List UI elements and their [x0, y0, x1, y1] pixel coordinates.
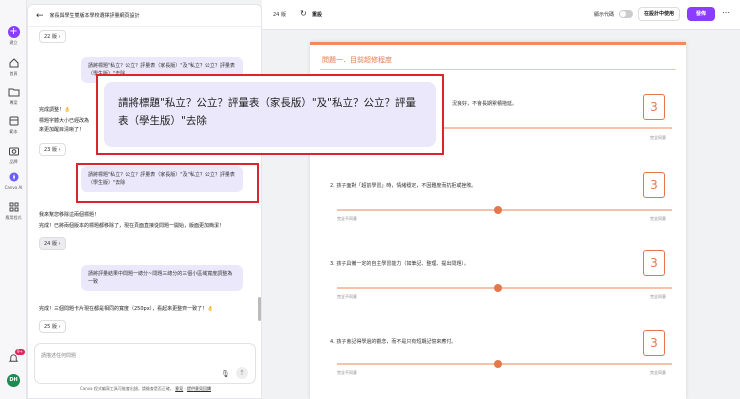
chat-panel: ← 家長與學生雙版本學校選擇評量網頁設計 22 版 › 請將標題"私立？公立？評…: [27, 4, 262, 399]
chat-header: ← 家長與學生雙版本學校選擇評量網頁設計: [28, 5, 261, 27]
microphone-icon[interactable]: 🎙: [221, 370, 230, 378]
slider-right-label: 完全同意: [650, 370, 666, 375]
code-toggle-label: 顯示代碼: [594, 12, 615, 18]
version-chip[interactable]: 24 版 ›: [39, 237, 66, 250]
user-message: 請將評量結果中問題一總分~問題三總分的三個小區域寬度調整為一致: [81, 265, 243, 291]
avatar[interactable]: DH: [7, 374, 20, 387]
slider-track[interactable]: [337, 287, 672, 289]
ai-message-line: 來更加醒目清晰了！: [39, 127, 85, 133]
footer-link[interactable]: 意見: [175, 386, 183, 391]
version-chip[interactable]: 22 版 ›: [39, 30, 66, 43]
slider-left-label: 完全不同意: [337, 216, 357, 221]
chat-title: 家長與學生雙版本學校選擇評量網頁設計: [49, 13, 140, 19]
version-label: 24 版: [44, 241, 57, 247]
version-label: 22 版: [44, 34, 57, 40]
rail-label: 建立: [9, 40, 18, 45]
slider-thumb[interactable]: [494, 360, 502, 368]
ai-message-line: 完成！三個問題卡片現在都是相同的寬度（250px），看起來更整齊一致了！👌: [39, 306, 214, 312]
sparkle-icon: [9, 172, 18, 182]
reset-button[interactable]: 重設: [312, 11, 322, 18]
question-text: 4. 孩子會記得學過的觀念，而不是只有短期記憶來應付。: [330, 339, 457, 345]
chat-scrollbar[interactable]: [258, 297, 261, 321]
slider-right-label: 完全同意: [650, 294, 666, 299]
refresh-icon[interactable]: ↻: [300, 9, 307, 18]
back-arrow-icon[interactable]: ←: [36, 11, 44, 21]
rail-item-home[interactable]: 首頁: [0, 57, 27, 77]
slider-track[interactable]: [337, 209, 672, 211]
apps-icon: [9, 202, 18, 212]
brand-icon: [8, 147, 19, 156]
version-chip[interactable]: 25 版 ›: [39, 320, 66, 333]
notification-badge: 9+: [15, 349, 25, 355]
rail-label: 應用程式: [5, 215, 22, 220]
score-box: 3: [643, 172, 665, 198]
callout-message: 請將標題"私立？公立？評量表（家長版）"及"私立？公立？評量表（學生版）"去除: [104, 82, 436, 147]
rail-label: Canva AI: [4, 185, 23, 190]
slider-track[interactable]: [337, 363, 672, 365]
ai-message-line: 標題字體大小已經改為: [39, 118, 90, 124]
highlight-box: [76, 163, 259, 203]
question-text: 3. 孩子具備一定的自主學習能力（如筆記、整理、提出問題）。: [330, 261, 469, 267]
left-rail: + 建立 首頁 專案 範本 品牌 Canva AI 應用程式 9+ DH: [0, 0, 27, 399]
ai-message-line: 完成調整！👌: [39, 107, 71, 113]
zoom-callout: 請將標題"私立？公立？評量表（家長版）"及"私立？公立？評量表（學生版）"去除: [96, 74, 444, 155]
ai-message-line: 完成！已將兩個版本的標題都移除了，現在頁面直接從問題一開始，版面更加簡潔！: [39, 223, 225, 229]
rail-item-create[interactable]: + 建立: [0, 26, 27, 46]
question-text: 2. 孩子面對「超前學習」時，情緒穩定，不因難度而抗拒或挫敗。: [330, 183, 477, 189]
rail-item-brand[interactable]: 品牌: [0, 145, 27, 165]
publish-button[interactable]: 發佈: [687, 7, 715, 21]
rail-item-canva-ai[interactable]: Canva AI: [0, 171, 27, 190]
score-box: 3: [643, 330, 665, 356]
version-label: 25 版: [44, 324, 57, 330]
send-button[interactable]: ↑: [236, 367, 248, 379]
slider-left-label: 完全不同意: [337, 370, 357, 375]
section-divider: [320, 69, 676, 70]
code-toggle[interactable]: [619, 10, 633, 18]
rail-item-apps[interactable]: 應用程式: [0, 201, 27, 221]
footer-text: Canva 程式編寫工具可能會出錯，請檢查是否正確。: [80, 386, 174, 391]
version-chip[interactable]: 23 版 ›: [39, 143, 66, 156]
slider-thumb[interactable]: [494, 284, 502, 292]
use-in-design-button[interactable]: 在設計中使用: [638, 7, 681, 21]
rail-label: 專案: [9, 100, 18, 105]
version-tag: 24 版: [273, 12, 286, 18]
plus-icon: +: [7, 26, 20, 38]
version-label: 23 版: [44, 147, 57, 153]
feedback-link[interactable]: 提供意見回饋: [187, 386, 211, 391]
section-title: 問題一．目前超修程度: [322, 56, 392, 64]
chat-input[interactable]: 請描述任何問題 🎙 ↑: [34, 343, 256, 384]
score-box: 3: [643, 250, 665, 276]
slider-thumb[interactable]: [494, 206, 502, 214]
input-placeholder: 請描述任何問題: [41, 353, 77, 359]
rail-item-projects[interactable]: 專案: [0, 86, 27, 106]
top-bar: 24 版 ↻ 重設 顯示代碼 在設計中使用 發佈 ⋯: [262, 0, 740, 30]
template-icon: [9, 116, 18, 126]
more-icon[interactable]: ⋯: [722, 8, 730, 17]
rail-label: 首頁: [9, 71, 18, 76]
question-text: 況良好，不會長期累積拖延。: [452, 101, 518, 107]
slider-left-label: 完全不同意: [337, 294, 357, 299]
footer-note: Canva 程式編寫工具可能會出錯，請檢查是否正確。 意見 · 提供意見回饋: [80, 386, 211, 391]
slider-right-label: 完全同意: [650, 135, 666, 140]
rail-label: 範本: [9, 129, 18, 134]
rail-label: 品牌: [9, 159, 18, 164]
rail-item-templates[interactable]: 範本: [0, 115, 27, 135]
home-icon: [9, 58, 18, 68]
ai-message-line: 我來幫您移除這兩個標題！: [39, 212, 100, 218]
folder-icon: [8, 88, 19, 97]
score-box: 3: [643, 94, 665, 120]
slider-right-label: 完全同意: [650, 216, 666, 221]
